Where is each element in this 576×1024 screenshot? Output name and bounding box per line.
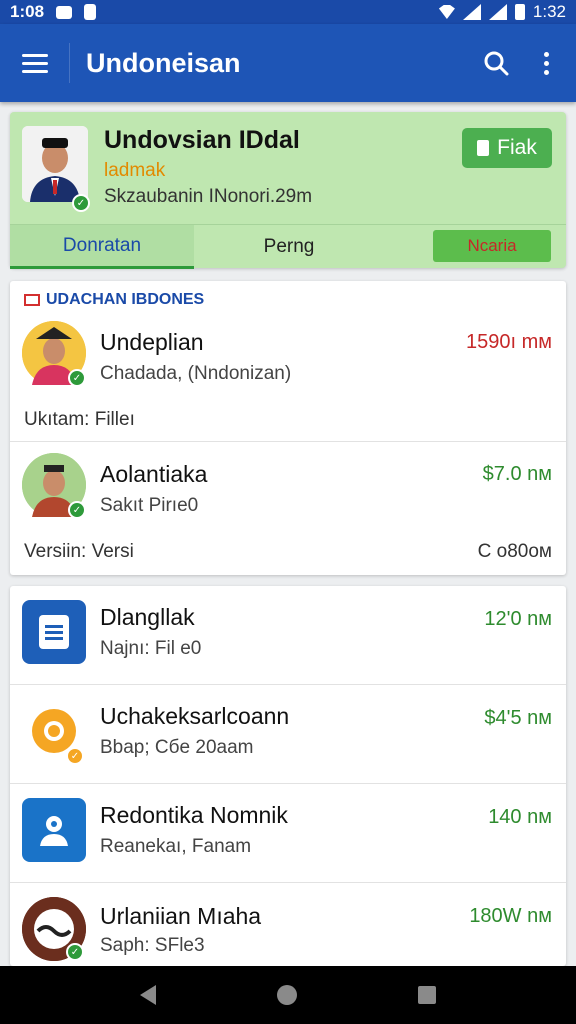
notification-icon-2 [84, 4, 97, 20]
system-nav-bar [0, 966, 576, 1024]
status-time-left: 1:08 [10, 2, 45, 21]
verified-badge-icon: ✓ [68, 501, 86, 519]
item-footer-right: C o80oм [477, 541, 552, 562]
item-title: Dlangllak [100, 604, 195, 630]
menu-icon [21, 53, 48, 57]
people-icon [22, 798, 86, 862]
item-subtitle: Reanekaı, Fanam [100, 836, 252, 857]
item-price: $4'5 nм [484, 707, 552, 729]
recents-icon[interactable] [417, 986, 436, 1004]
item-subtitle: Saph: SFle3 [100, 935, 205, 956]
item-subtitle: Najnı: Fil e0 [100, 638, 202, 659]
divider [10, 441, 566, 442]
item-subtitle: Sakıt Pirıe0 [100, 495, 199, 516]
verified-badge-icon: ✓ [72, 194, 90, 212]
search-icon [484, 51, 509, 76]
document-icon [477, 140, 490, 156]
menu-button[interactable] [0, 43, 70, 83]
featured-card: UDACHAN IBDONES ✓ Undeplian Chadada, (Nn… [10, 281, 566, 575]
tab-ncaria[interactable]: Ncaria [433, 230, 551, 262]
item-price: 180W nм [469, 905, 552, 927]
item-subtitle: Chadada, (Nndonizan) [100, 363, 292, 384]
status-time-right: 1:32 [532, 2, 566, 21]
apps-card: Dlangllak Najnı: Fil e0 12'0 nм ✓ Uchake… [10, 586, 566, 966]
signal-icon [462, 4, 481, 20]
home-icon[interactable] [276, 985, 297, 1005]
list-item[interactable]: Redontika Nomnik Reanekaı, Fanam 140 nм [10, 784, 566, 882]
verified-badge-icon: ✓ [66, 943, 84, 961]
item-title: Undeplian [100, 329, 204, 355]
profile-avatar: ✓ [22, 126, 90, 212]
tab-donratan[interactable]: Donratan [10, 225, 194, 269]
profile-tabs: Donratan Perng Ncaria [10, 224, 566, 269]
search-button[interactable] [468, 35, 524, 91]
fiak-button-label: Fiak [497, 136, 537, 159]
list-item[interactable]: Dlangllak Najnı: Fil e0 12'0 nм [10, 586, 566, 684]
notification-icon [56, 5, 73, 19]
item-footer-label: Versiin: Versi [24, 541, 134, 562]
tab-perng[interactable]: Perng [194, 225, 384, 269]
list-item[interactable]: ✓ Urlaniian Mıaha Saph: SFle3 180W nм [10, 883, 566, 966]
more-options-button[interactable] [524, 35, 568, 91]
wifi-icon [438, 5, 455, 19]
app-bar: Undoneisan [0, 24, 576, 102]
profile-name: Undovsian IDdal [104, 126, 300, 154]
status-bar: 1:08 1:32 [0, 0, 576, 24]
document-icon [22, 600, 86, 664]
item-title: Uchakeksarlcoann [100, 703, 290, 729]
item-footer-label: Ukıtam: Filleı [24, 409, 135, 430]
section-header: UDACHAN IBDONES [24, 291, 204, 309]
badge-icon: ✓ [66, 747, 84, 765]
item-title: Aolantiaka [100, 461, 208, 487]
section-header-label: UDACHAN IBDONES [46, 291, 205, 308]
app-title: Undoneisan [86, 47, 241, 78]
signal-icon-2 [488, 4, 507, 20]
item-price: 140 nм [488, 806, 552, 828]
item-price: 12'0 nм [484, 608, 552, 630]
list-item[interactable]: ✓ Aolantiaka Sakıt Pirıe0 $7.0 nм Versii… [10, 443, 566, 573]
profile-subtitle: ladmak [104, 160, 166, 181]
list-item[interactable]: ✓ Undeplian Chadada, (Nndonizan) 1590ı m… [10, 311, 566, 441]
item-price: $7.0 nм [482, 463, 552, 485]
flag-icon [24, 294, 40, 306]
more-vert-icon [543, 51, 549, 57]
item-title: Redontika Nomnik [100, 802, 288, 828]
item-subtitle: Bbap; Cбe 20aam [100, 737, 254, 758]
item-price: 1590ı mм [465, 331, 552, 353]
profile-card: ✓ Undovsian IDdal ladmak Skzaubanin INon… [10, 112, 566, 269]
fiak-button[interactable]: Fiak [462, 128, 552, 168]
profile-meta: Skzaubanin INonori.29m [104, 186, 313, 207]
list-item[interactable]: ✓ Uchakeksarlcoann Bbap; Cбe 20aam $4'5 … [10, 685, 566, 783]
item-title: Urlaniian Mıaha [100, 903, 262, 929]
back-icon[interactable] [140, 985, 157, 1005]
verified-badge-icon: ✓ [68, 369, 86, 387]
battery-icon [514, 4, 525, 20]
